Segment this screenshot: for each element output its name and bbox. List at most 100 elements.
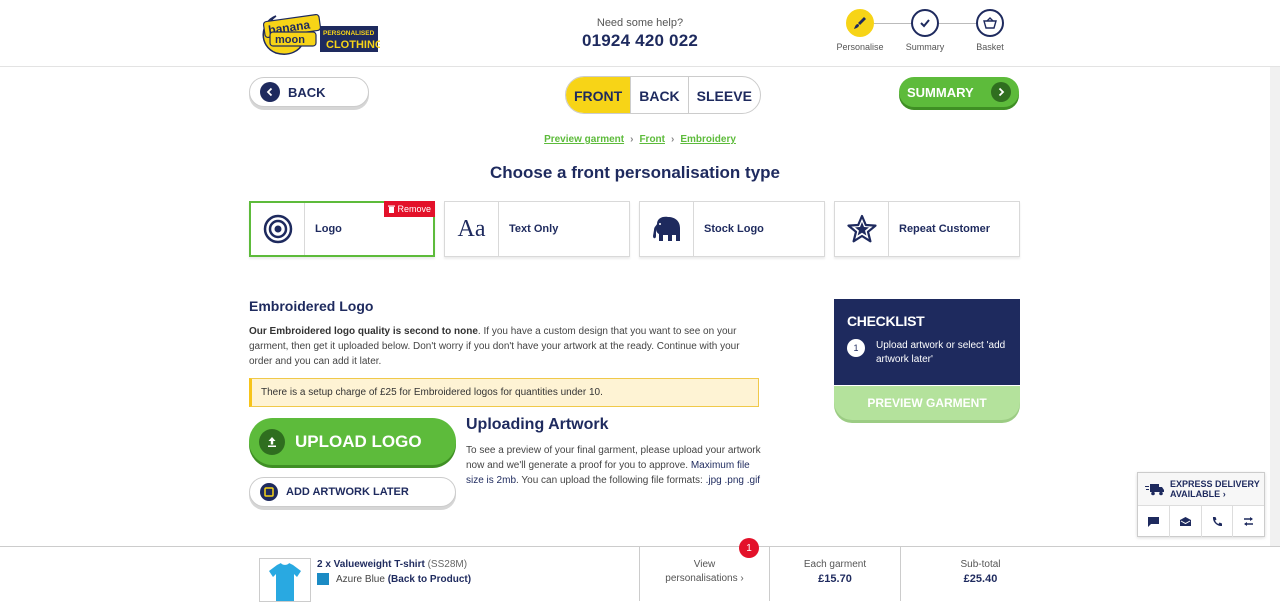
checkout-steps: Personalise Summary Basket bbox=[830, 9, 1010, 57]
help-label: Need some help? bbox=[596, 17, 684, 29]
product-name: 2 x Valueweight T-shirt (SS28M) bbox=[317, 559, 467, 570]
express-line-2: AVAILABLE bbox=[1170, 489, 1221, 499]
checkbox-square-icon bbox=[260, 483, 278, 501]
svg-text:moon: moon bbox=[275, 34, 305, 46]
breadcrumb-embroidery[interactable]: Embroidery bbox=[680, 134, 736, 145]
check-icon bbox=[911, 9, 939, 37]
paintbrush-icon bbox=[846, 9, 874, 37]
tab-back[interactable]: BACK bbox=[630, 77, 687, 113]
back-label: BACK bbox=[288, 84, 326, 100]
product-code: (SS28M) bbox=[427, 559, 468, 570]
remove-button[interactable]: Remove bbox=[384, 201, 435, 217]
setup-charge-notice: There is a setup charge of £25 for Embro… bbox=[249, 378, 759, 407]
mail-icon[interactable] bbox=[1168, 506, 1201, 537]
type-label: Repeat Customer bbox=[899, 223, 991, 235]
star-icon bbox=[835, 202, 889, 256]
elephant-icon bbox=[640, 202, 694, 256]
page-title: Choose a front personalisation type bbox=[490, 163, 780, 182]
summary-button[interactable]: SUMMARY bbox=[899, 77, 1019, 107]
preview-garment-button[interactable]: PREVIEW GARMENT bbox=[834, 386, 1020, 420]
step-label: Personalise bbox=[836, 42, 884, 52]
help-block: Need some help? 01924 420 022 bbox=[560, 17, 720, 51]
upload-logo-label: UPLOAD LOGO bbox=[295, 431, 422, 451]
type-card-stock-logo[interactable]: Stock Logo bbox=[639, 201, 825, 257]
each-garment-price: Each garment £15.70 bbox=[769, 547, 900, 601]
personalisations-label: personalisations bbox=[665, 573, 738, 584]
order-summary-bar: 2 x Valueweight T-shirt (SS28M) Azure Bl… bbox=[0, 546, 1280, 602]
checklist-title: CHECKLIST bbox=[847, 313, 925, 329]
product-colour: Azure Blue (Back to Product) bbox=[317, 573, 471, 585]
back-button[interactable]: BACK bbox=[249, 77, 369, 107]
trash-icon bbox=[388, 205, 396, 213]
add-artwork-later-label: ADD ARTWORK LATER bbox=[286, 486, 409, 498]
chevron-right-icon: › bbox=[671, 134, 675, 145]
chat-icon[interactable] bbox=[1138, 506, 1169, 537]
transfer-icon[interactable] bbox=[1232, 506, 1264, 537]
view-label: View bbox=[693, 559, 716, 570]
uploading-artwork-title: Uploading Artwork bbox=[466, 416, 609, 433]
delivery-truck-icon bbox=[1145, 484, 1164, 496]
subtotal-label: Sub-total bbox=[960, 559, 1001, 570]
express-line-1: EXPRESS DELIVERY bbox=[1170, 479, 1260, 489]
section-description: Our Embroidered logo quality is second t… bbox=[249, 324, 759, 369]
chevron-right-icon: › bbox=[1222, 489, 1226, 499]
each-garment-value: £15.70 bbox=[818, 573, 852, 585]
basket-icon bbox=[976, 9, 1004, 37]
text-aa-icon: Aa bbox=[445, 202, 499, 256]
product-qty-name: 2 x Valueweight T-shirt bbox=[317, 559, 425, 570]
section-title: Embroidered Logo bbox=[249, 298, 374, 314]
upload-icon bbox=[259, 428, 285, 455]
arrow-left-icon bbox=[260, 82, 280, 102]
breadcrumb-front[interactable]: Front bbox=[639, 134, 665, 145]
remove-label: Remove bbox=[397, 204, 431, 214]
preview-garment-label: PREVIEW GARMENT bbox=[867, 396, 987, 410]
checklist-item-number: 1 bbox=[847, 339, 865, 357]
tab-sleeve[interactable]: SLEEVE bbox=[687, 77, 760, 113]
checklist-item: 1 Upload artwork or select 'add artwork … bbox=[847, 339, 1007, 367]
chevron-right-icon: › bbox=[740, 573, 744, 584]
svg-text:CLOTHING: CLOTHING bbox=[326, 39, 380, 51]
product-thumbnail[interactable] bbox=[259, 558, 311, 602]
colour-name: Azure Blue bbox=[336, 573, 385, 585]
checklist-panel: CHECKLIST 1 Upload artwork or select 'ad… bbox=[834, 299, 1020, 385]
tshirt-icon bbox=[269, 563, 301, 601]
step-label: Summary bbox=[905, 42, 945, 52]
personalisations-count-badge: 1 bbox=[739, 538, 759, 558]
contact-actions bbox=[1138, 506, 1264, 537]
back-to-product-link[interactable]: (Back to Product) bbox=[388, 574, 471, 585]
step-basket[interactable]: Basket bbox=[960, 9, 1020, 52]
upload-desc-text-2: . You can upload the following file form… bbox=[516, 475, 706, 486]
type-card-repeat-customer[interactable]: Repeat Customer bbox=[834, 201, 1020, 257]
type-card-text-only[interactable]: Aa Text Only bbox=[444, 201, 630, 257]
tab-front[interactable]: FRONT bbox=[566, 77, 631, 113]
description-bold: Our Embroidered logo quality is second t… bbox=[249, 326, 478, 337]
colour-swatch bbox=[317, 573, 329, 585]
contact-widget: EXPRESS DELIVERY AVAILABLE › bbox=[1137, 472, 1265, 537]
type-label: Stock Logo bbox=[704, 223, 764, 235]
step-summary[interactable]: Summary bbox=[895, 9, 955, 52]
subtotal-value: £25.40 bbox=[963, 573, 998, 585]
phone-icon[interactable] bbox=[1200, 506, 1233, 537]
step-personalise[interactable]: Personalise bbox=[830, 9, 890, 52]
upload-logo-button[interactable]: UPLOAD LOGO bbox=[249, 418, 456, 465]
bananamoon-logo[interactable]: banana moon PERSONALISED CLOTHING bbox=[254, 12, 383, 56]
arrow-right-icon bbox=[991, 82, 1011, 102]
summary-label: SUMMARY bbox=[907, 84, 974, 100]
express-delivery-link[interactable]: EXPRESS DELIVERY AVAILABLE › bbox=[1138, 473, 1264, 506]
add-artwork-later-button[interactable]: ADD ARTWORK LATER bbox=[249, 477, 456, 507]
type-label: Logo bbox=[315, 223, 342, 235]
subtotal-price: Sub-total £25.40 bbox=[900, 547, 1020, 601]
each-garment-label: Each garment bbox=[803, 559, 867, 570]
garment-side-tabs: FRONT BACK SLEEVE bbox=[565, 76, 761, 114]
uploading-artwork-description: To see a preview of your final garment, … bbox=[466, 443, 761, 488]
checklist-item-text: Upload artwork or select 'add artwork la… bbox=[876, 340, 1006, 365]
file-formats-text: .jpg .png .gif bbox=[705, 475, 761, 486]
target-icon bbox=[251, 203, 305, 255]
help-phone-link[interactable]: 01924 420 022 bbox=[560, 31, 720, 51]
type-card-logo[interactable]: Logo Remove bbox=[249, 201, 435, 257]
breadcrumb: Preview garment › Front › Embroidery bbox=[0, 134, 1280, 145]
type-label: Text Only bbox=[509, 223, 559, 235]
site-header: banana moon PERSONALISED CLOTHING Need s… bbox=[0, 0, 1280, 67]
step-label: Basket bbox=[976, 42, 1004, 52]
breadcrumb-preview-garment[interactable]: Preview garment bbox=[544, 134, 624, 145]
